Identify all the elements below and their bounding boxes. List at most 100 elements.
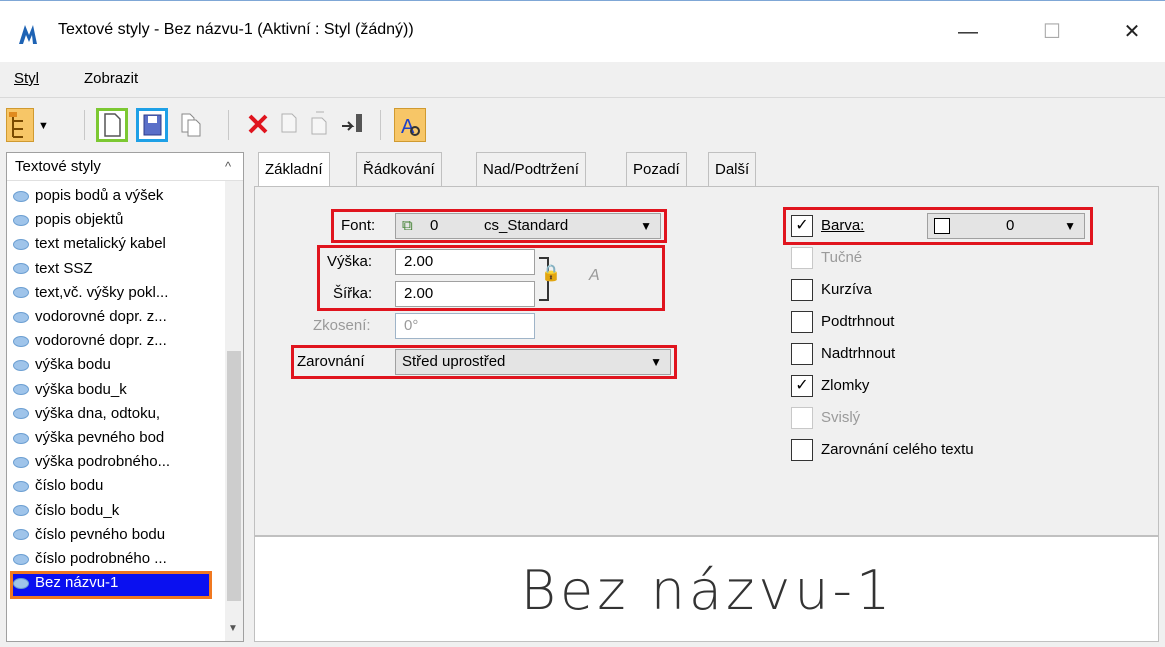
fit-text-icon: A	[589, 267, 600, 284]
close-button[interactable]: ✕	[1112, 15, 1152, 49]
list-item[interactable]: vodorovné dopr. z...	[13, 332, 219, 354]
hierarchy-icon[interactable]	[6, 108, 34, 142]
window-title: Textové styly - Bez názvu-1 (Aktivní : S…	[58, 21, 414, 38]
slant-label: Zkosení:	[313, 317, 371, 334]
menu-styl[interactable]: Styl	[14, 70, 39, 87]
text-style-icon	[13, 263, 29, 275]
dropdown-arrow-icon[interactable]: ▼	[38, 120, 49, 132]
slant-input[interactable]: 0°	[395, 313, 535, 339]
font-select[interactable]: ⧉ 0 cs_Standard ▼	[395, 213, 661, 239]
list-item-selected[interactable]: Bez názvu-1	[10, 571, 212, 600]
maximize-button[interactable]: ☐	[1032, 15, 1072, 49]
list-item[interactable]: výška bodu_k	[13, 381, 219, 403]
preview-panel: Bez názvu-1	[254, 536, 1159, 642]
text-style-icon	[13, 311, 29, 323]
list-item-label: text metalický kabel	[35, 235, 166, 253]
text-style-icon	[13, 190, 29, 202]
text-style-icon	[13, 214, 29, 226]
width-input[interactable]: 2.00	[395, 281, 535, 307]
checkbox-label: Tučné	[821, 249, 863, 266]
toolbar-separator	[228, 110, 229, 140]
text-style-icon	[13, 408, 29, 420]
list-item[interactable]: číslo bodu_k	[13, 502, 219, 524]
list-item[interactable]: číslo pevného bodu	[13, 526, 219, 548]
list-item[interactable]: vodorovné dopr. z...	[13, 308, 219, 330]
list-item-label: výška bodu	[35, 356, 111, 374]
new-style-icon[interactable]	[96, 108, 128, 142]
tab-radkovani[interactable]: Řádkování	[356, 152, 442, 186]
list-item-label: popis objektů	[35, 211, 124, 229]
list-item[interactable]: číslo podrobného ...	[13, 550, 219, 572]
checkbox[interactable]	[791, 247, 813, 269]
checkbox[interactable]	[791, 439, 813, 461]
tab-panel-zakladni: Font: ⧉ 0 cs_Standard ▼ Výška: 2.00 Šířk…	[254, 186, 1159, 536]
title-bar: Textové styly - Bez názvu-1 (Aktivní : S…	[0, 0, 1165, 62]
lock-icon[interactable]: 🔒	[541, 263, 561, 283]
text-style-icon	[13, 432, 29, 444]
checkbox[interactable]	[791, 311, 813, 333]
list-item[interactable]: číslo bodu	[13, 477, 219, 499]
export-icon[interactable]	[276, 108, 308, 142]
checkbox-label: Zarovnání celého textu	[821, 441, 974, 458]
text-style-icon	[13, 238, 29, 250]
checkbox-label: Nadtrhnout	[821, 345, 896, 362]
styles-list-header[interactable]: Textové styly ^	[7, 153, 243, 181]
text-style-icon	[13, 384, 29, 396]
list-item[interactable]: výška pevného bod	[13, 429, 219, 451]
list-item[interactable]: výška dna, odtoku,	[13, 405, 219, 427]
color-value: 0	[1006, 217, 1015, 234]
list-item[interactable]: text SSZ	[13, 260, 219, 282]
tab-zakladni[interactable]: Základní	[258, 152, 330, 186]
copy-style-icon[interactable]	[176, 108, 208, 142]
list-item[interactable]: výška bodu	[13, 356, 219, 378]
toolbar-separator	[84, 110, 85, 140]
list-item[interactable]: popis bodů a výšek	[13, 187, 219, 209]
list-item[interactable]: popis objektů	[13, 211, 219, 233]
sort-icon[interactable]: ^	[225, 159, 231, 174]
checkbox-label: Kurzíva	[821, 281, 872, 298]
scroll-down-icon[interactable]: ▼	[228, 623, 238, 634]
menu-bar: Styl Zobrazit	[0, 62, 1165, 98]
color-checkbox[interactable]: ✓	[791, 215, 813, 237]
color-swatch	[934, 218, 950, 234]
save-style-icon[interactable]	[136, 108, 168, 142]
color-select[interactable]: 0 ▼	[927, 213, 1085, 239]
list-item-label: text SSZ	[35, 259, 93, 277]
delete-icon[interactable]	[244, 108, 276, 142]
tab-nad-podtrzeni[interactable]: Nad/Podtržení	[476, 152, 586, 186]
scrollbar-thumb[interactable]	[227, 351, 241, 601]
list-item-label: vodorovné dopr. z...	[35, 332, 167, 350]
tab-pozadi[interactable]: Pozadí	[626, 152, 687, 186]
list-item[interactable]: výška podrobného...	[13, 453, 219, 475]
checkbox[interactable]	[791, 407, 813, 429]
styles-list-scrollbar[interactable]: ▼	[225, 181, 243, 641]
preview-toggle-icon[interactable]: A	[394, 108, 426, 142]
checkbox[interactable]: ✓	[791, 375, 813, 397]
list-item[interactable]: text,vč. výšky pokl...	[13, 284, 219, 306]
text-style-icon	[13, 287, 29, 299]
text-style-icon	[13, 480, 29, 492]
list-item-label: číslo bodu	[35, 477, 104, 495]
minimize-button[interactable]: —	[948, 15, 988, 49]
move-icon[interactable]	[338, 108, 370, 142]
list-item-label: číslo bodu_k	[35, 501, 120, 519]
font-number: 0	[430, 217, 439, 234]
justification-select[interactable]: Střed uprostřed ▼	[395, 349, 671, 375]
import-icon[interactable]	[306, 108, 338, 142]
list-item-label: Bez názvu-1	[35, 574, 119, 592]
list-item[interactable]: text metalický kabel	[13, 235, 219, 257]
text-style-icon	[13, 335, 29, 347]
justification-value: Střed uprostřed	[402, 353, 506, 370]
checkbox[interactable]	[791, 279, 813, 301]
tab-dalsi[interactable]: Další	[708, 152, 757, 186]
height-input[interactable]: 2.00	[395, 249, 535, 275]
menu-zobrazit[interactable]: Zobrazit	[84, 70, 138, 87]
text-style-icon	[13, 577, 29, 589]
color-label: Barva:	[821, 217, 865, 234]
checkbox[interactable]	[791, 343, 813, 365]
styles-list-panel: Textové styly ^ ▼ popis bodů a výšek popi…	[6, 152, 244, 642]
toolbar-separator	[380, 110, 381, 140]
font-label: Font:	[341, 217, 376, 234]
justification-label: Zarovnání	[297, 353, 365, 370]
list-item-label: vodorovné dopr. z...	[35, 308, 167, 325]
